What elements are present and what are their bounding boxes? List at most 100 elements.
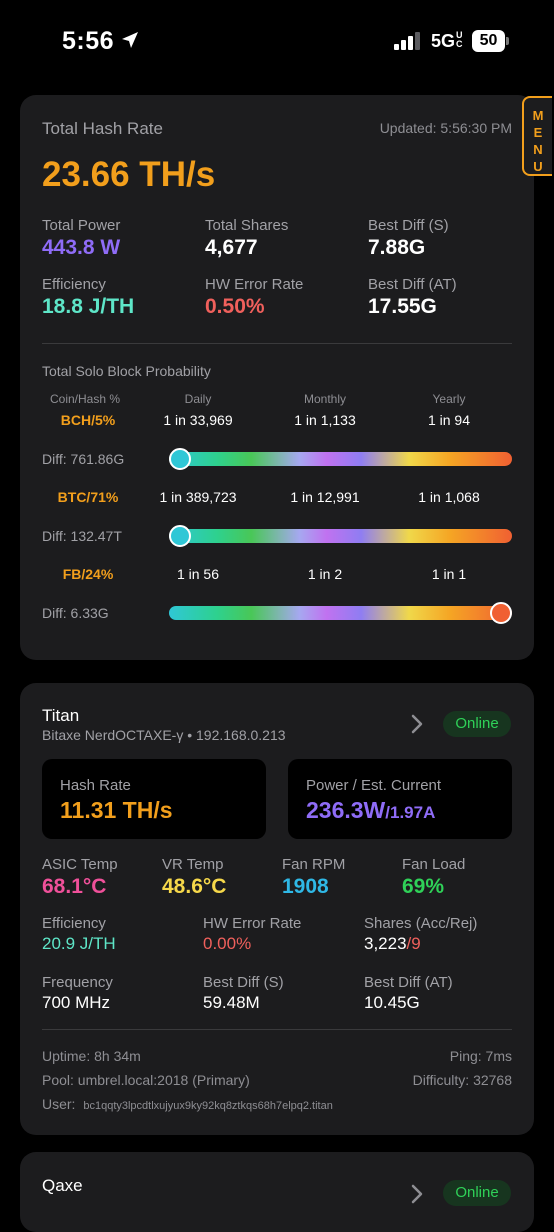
hash-rate-box: Hash Rate 11.31 TH/s <box>42 759 266 839</box>
temp-stat-value: 48.6°C <box>162 875 227 898</box>
column-coin-hash: Coin/Hash % <box>50 392 121 406</box>
difficulty-slider[interactable] <box>169 529 512 543</box>
slider-knob[interactable] <box>169 448 191 470</box>
yearly-odds: 1 in 94 <box>427 412 471 428</box>
hash-rate-value: 11.31 TH/s <box>60 797 173 823</box>
coin-hash: BTC/71% <box>57 489 119 505</box>
slider-knob[interactable] <box>490 602 512 624</box>
best-diff-s-value: 59.48M <box>203 993 260 1012</box>
frequency-label: Frequency <box>42 974 113 991</box>
temp-stat-label: ASIC Temp <box>42 856 118 873</box>
summary-title: Total Hash Rate <box>42 119 163 138</box>
power-label: Power / Est. Current <box>306 777 442 794</box>
power-current: /1.97A <box>385 803 436 822</box>
user-value: bc1qqty3lpcdtlxujyux9ky92kq8ztkqs68h7elp… <box>83 1100 333 1112</box>
probability-title: Total Solo Block Probability <box>42 363 211 379</box>
hw-error-value: 0.00% <box>203 934 252 953</box>
temp-stat-label: VR Temp <box>162 856 224 873</box>
daily-odds: 1 in 56 <box>176 566 220 582</box>
summary-stat-label: Total Shares <box>205 217 289 234</box>
location-arrow-icon <box>122 32 138 48</box>
difficulty-slider[interactable] <box>169 606 512 620</box>
monthly-odds: 1 in 12,991 <box>290 489 360 505</box>
summary-stat-value: 18.8 J/TH <box>42 295 135 318</box>
temp-stat-value: 69% <box>402 875 445 898</box>
battery-level: 50 <box>472 30 505 52</box>
efficiency-label: Efficiency <box>42 915 106 932</box>
column-monthly: Monthly <box>303 392 347 406</box>
network-type: 5GUC <box>431 31 465 52</box>
yearly-odds: 1 in 1 <box>431 566 467 582</box>
power-watts: 236.3W <box>306 797 386 823</box>
summary-card: Total Hash Rate Updated: 5:56:30 PM 23.6… <box>20 95 534 660</box>
miner-name: Qaxe <box>42 1176 83 1195</box>
summary-stat-label: Best Diff (AT) <box>368 276 457 293</box>
miner-card-2[interactable]: Qaxe Online <box>20 1152 534 1232</box>
menu-button[interactable]: M E N U <box>522 96 552 176</box>
divider <box>42 343 512 344</box>
summary-stat-label: Efficiency <box>42 276 106 293</box>
summary-stat-label: Total Power <box>42 217 121 234</box>
best-diff-s-label: Best Diff (S) <box>203 974 284 991</box>
summary-stat-value: 0.50% <box>205 295 265 318</box>
chevron-right-icon[interactable] <box>410 713 424 735</box>
status-bar: 5:56 5GUC 50 <box>0 0 554 84</box>
temp-stat-label: Fan Load <box>402 856 466 873</box>
coin-difficulty: Diff: 6.33G <box>42 605 109 621</box>
shares-label: Shares (Acc/Rej) <box>364 915 478 932</box>
status-badge: Online <box>443 711 511 737</box>
summary-stat-value: 7.88G <box>368 236 426 259</box>
coin-difficulty: Diff: 761.86G <box>42 451 125 467</box>
power-box: Power / Est. Current 236.3W/1.97A <box>288 759 512 839</box>
power-value: 236.3W/1.97A <box>306 797 435 824</box>
pool-user: User: bc1qqty3lpcdtlxujyux9ky92kq8ztkqs6… <box>42 1096 333 1112</box>
menu-letter: U <box>533 159 543 174</box>
coin-hash: BCH/5% <box>60 412 116 428</box>
column-daily: Daily <box>184 392 212 406</box>
best-diff-at-value: 10.45G <box>364 993 420 1012</box>
best-diff-at-label: Best Diff (AT) <box>364 974 453 991</box>
yearly-odds: 1 in 1,068 <box>418 489 480 505</box>
network-suffix: UC <box>456 30 463 49</box>
coin-hash: FB/24% <box>62 566 114 582</box>
efficiency-value: 20.9 J/TH <box>42 934 116 953</box>
frequency-value: 700 MHz <box>42 993 111 1012</box>
monthly-odds: 1 in 1,133 <box>294 412 356 428</box>
difficulty-slider[interactable] <box>169 452 512 466</box>
pool: Pool: umbrel.local:2018 (Primary) <box>42 1072 250 1088</box>
daily-odds: 1 in 389,723 <box>159 489 237 505</box>
chevron-right-icon[interactable] <box>410 1183 424 1205</box>
summary-stat-label: Best Diff (S) <box>368 217 449 234</box>
updated-time: Updated: 5:56:30 PM <box>379 120 512 136</box>
menu-letter: N <box>533 142 543 157</box>
summary-stat-value: 4,677 <box>205 236 258 259</box>
menu-letter: M <box>532 108 544 123</box>
menu-letter: E <box>533 125 543 140</box>
summary-stat-label: HW Error Rate <box>205 276 304 293</box>
column-yearly: Yearly <box>432 392 466 406</box>
divider <box>42 1029 512 1030</box>
uptime: Uptime: 8h 34m <box>42 1048 141 1064</box>
ping: Ping: 7ms <box>449 1048 512 1064</box>
difficulty: Difficulty: 32768 <box>412 1072 512 1088</box>
miner-card[interactable]: Titan Bitaxe NerdOCTAXE-γ • 192.168.0.21… <box>20 683 534 1135</box>
summary-stat-value: 443.8 W <box>42 236 121 259</box>
total-hash-rate: 23.66 TH/s <box>42 155 216 194</box>
monthly-odds: 1 in 2 <box>307 566 343 582</box>
summary-stat-value: 17.55G <box>368 295 437 318</box>
battery-icon: 50 <box>472 30 510 52</box>
miner-name: Titan <box>42 706 80 725</box>
miner-subtitle: Bitaxe NerdOCTAXE-γ • 192.168.0.213 <box>42 727 286 743</box>
hw-error-label: HW Error Rate <box>203 915 302 932</box>
temp-stat-value: 1908 <box>282 875 329 898</box>
daily-odds: 1 in 33,969 <box>163 412 233 428</box>
user-label: User: <box>42 1096 76 1112</box>
coin-difficulty: Diff: 132.47T <box>42 528 122 544</box>
cellular-signal-icon <box>394 32 420 50</box>
hash-rate-label: Hash Rate <box>60 777 131 794</box>
slider-knob[interactable] <box>169 525 191 547</box>
temp-stat-value: 68.1°C <box>42 875 107 898</box>
clock: 5:56 <box>62 27 115 55</box>
shares-value: 3,223/9 <box>364 934 421 954</box>
shares-rejected: /9 <box>406 934 421 953</box>
